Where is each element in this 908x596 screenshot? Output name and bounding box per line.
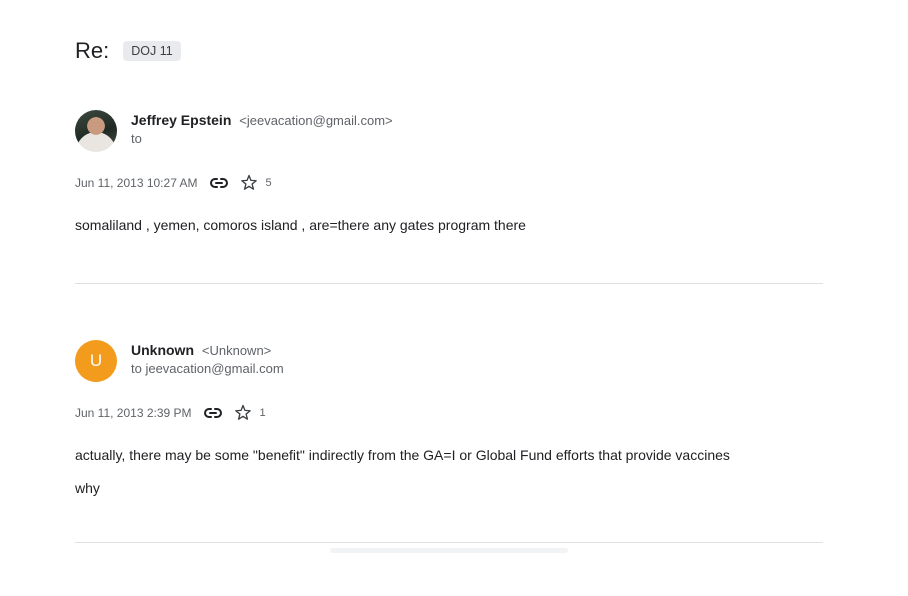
message-body: somaliland , yemen, comoros island , are… xyxy=(75,215,823,235)
sender-avatar-letter[interactable]: U xyxy=(75,340,117,382)
star-outline-icon[interactable] xyxy=(240,174,258,191)
sender-row: Jeffrey Epstein <jeevacation@gmail.com> … xyxy=(75,110,823,152)
sender-name[interactable]: Jeffrey Epstein xyxy=(131,112,231,128)
sender-line: Unknown <Unknown> xyxy=(131,341,284,360)
star-outline-icon[interactable] xyxy=(234,404,252,421)
sender-info: Unknown <Unknown> to jeevacation@gmail.c… xyxy=(131,341,284,378)
sender-info: Jeffrey Epstein <jeevacation@gmail.com> … xyxy=(131,111,393,148)
thread-header: Re: DOJ 11 xyxy=(75,38,181,64)
sender-name[interactable]: Unknown xyxy=(131,342,194,358)
message-body: actually, there may be some "benefit" in… xyxy=(75,445,823,498)
link-icon[interactable] xyxy=(209,177,228,189)
scroll-handle[interactable] xyxy=(330,548,568,553)
message-body-line: why xyxy=(75,480,100,496)
star-count: 5 xyxy=(265,176,272,189)
sender-avatar-photo[interactable] xyxy=(75,110,117,152)
thread-label-chip[interactable]: DOJ 11 xyxy=(123,41,181,61)
recipient-line[interactable]: to xyxy=(131,130,393,148)
message-divider xyxy=(75,542,823,543)
message-date: Jun 11, 2013 2:39 PM xyxy=(75,405,192,420)
recipient-line[interactable]: to jeevacation@gmail.com xyxy=(131,360,284,378)
message-body-line: somaliland , yemen, comoros island , are… xyxy=(75,217,526,233)
message-date: Jun 11, 2013 10:27 AM xyxy=(75,175,198,190)
message-body-line: actually, there may be some "benefit" in… xyxy=(75,447,730,463)
message-divider xyxy=(75,283,823,284)
email-message: U Unknown <Unknown> to jeevacation@gmail… xyxy=(75,340,823,511)
email-message: Jeffrey Epstein <jeevacation@gmail.com> … xyxy=(75,110,823,248)
email-thread-view: Re: DOJ 11 Jeffrey Epstein <jeevacation@… xyxy=(0,0,908,596)
sender-line: Jeffrey Epstein <jeevacation@gmail.com> xyxy=(131,111,393,130)
sender-email: <jeevacation@gmail.com> xyxy=(239,113,393,128)
sender-email: <Unknown> xyxy=(201,343,272,358)
star-count: 1 xyxy=(259,406,266,419)
sender-row: U Unknown <Unknown> to jeevacation@gmail… xyxy=(75,340,823,382)
message-meta: Jun 11, 2013 10:27 AM 5 xyxy=(75,174,823,191)
thread-subject: Re: xyxy=(75,38,110,63)
avatar-initial: U xyxy=(89,351,103,370)
message-meta: Jun 11, 2013 2:39 PM 1 xyxy=(75,404,823,421)
link-icon[interactable] xyxy=(203,407,222,419)
